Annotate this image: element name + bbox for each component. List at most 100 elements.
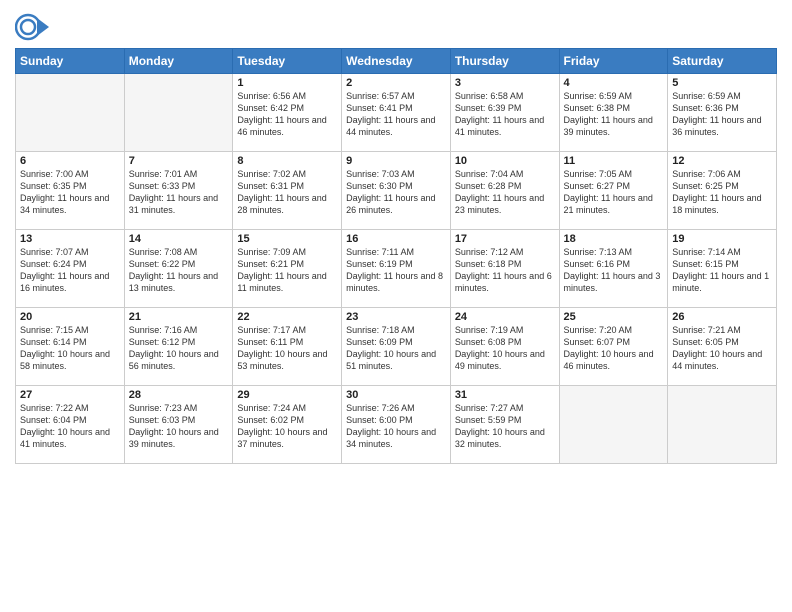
day-number: 1 bbox=[237, 77, 337, 89]
day-detail: Sunrise: 7:09 AMSunset: 6:21 PMDaylight:… bbox=[237, 246, 337, 295]
day-detail: Sunrise: 6:57 AMSunset: 6:41 PMDaylight:… bbox=[346, 90, 446, 139]
day-number: 10 bbox=[455, 155, 555, 167]
day-number: 9 bbox=[346, 155, 446, 167]
day-number: 13 bbox=[20, 233, 120, 245]
calendar-cell: 22Sunrise: 7:17 AMSunset: 6:11 PMDayligh… bbox=[233, 308, 342, 386]
day-number: 8 bbox=[237, 155, 337, 167]
calendar-cell bbox=[559, 386, 668, 464]
calendar-cell: 3Sunrise: 6:58 AMSunset: 6:39 PMDaylight… bbox=[450, 74, 559, 152]
day-number: 25 bbox=[564, 311, 664, 323]
day-header-sunday: Sunday bbox=[16, 49, 125, 74]
day-number: 14 bbox=[129, 233, 229, 245]
day-detail: Sunrise: 7:20 AMSunset: 6:07 PMDaylight:… bbox=[564, 324, 664, 373]
calendar-cell: 15Sunrise: 7:09 AMSunset: 6:21 PMDayligh… bbox=[233, 230, 342, 308]
day-number: 29 bbox=[237, 389, 337, 401]
calendar-cell: 7Sunrise: 7:01 AMSunset: 6:33 PMDaylight… bbox=[124, 152, 233, 230]
calendar-cell: 13Sunrise: 7:07 AMSunset: 6:24 PMDayligh… bbox=[16, 230, 125, 308]
week-row-4: 20Sunrise: 7:15 AMSunset: 6:14 PMDayligh… bbox=[16, 308, 777, 386]
day-header-thursday: Thursday bbox=[450, 49, 559, 74]
calendar-cell: 28Sunrise: 7:23 AMSunset: 6:03 PMDayligh… bbox=[124, 386, 233, 464]
day-header-friday: Friday bbox=[559, 49, 668, 74]
calendar-cell bbox=[668, 386, 777, 464]
day-number: 17 bbox=[455, 233, 555, 245]
calendar-cell: 17Sunrise: 7:12 AMSunset: 6:18 PMDayligh… bbox=[450, 230, 559, 308]
day-number: 12 bbox=[672, 155, 772, 167]
day-number: 30 bbox=[346, 389, 446, 401]
day-number: 23 bbox=[346, 311, 446, 323]
day-number: 22 bbox=[237, 311, 337, 323]
day-number: 2 bbox=[346, 77, 446, 89]
calendar-cell: 16Sunrise: 7:11 AMSunset: 6:19 PMDayligh… bbox=[342, 230, 451, 308]
day-detail: Sunrise: 7:19 AMSunset: 6:08 PMDaylight:… bbox=[455, 324, 555, 373]
calendar-cell: 27Sunrise: 7:22 AMSunset: 6:04 PMDayligh… bbox=[16, 386, 125, 464]
day-number: 4 bbox=[564, 77, 664, 89]
week-row-1: 1Sunrise: 6:56 AMSunset: 6:42 PMDaylight… bbox=[16, 74, 777, 152]
day-number: 27 bbox=[20, 389, 120, 401]
day-detail: Sunrise: 6:59 AMSunset: 6:38 PMDaylight:… bbox=[564, 90, 664, 139]
day-detail: Sunrise: 7:22 AMSunset: 6:04 PMDaylight:… bbox=[20, 402, 120, 451]
day-detail: Sunrise: 7:27 AMSunset: 5:59 PMDaylight:… bbox=[455, 402, 555, 451]
calendar-cell: 31Sunrise: 7:27 AMSunset: 5:59 PMDayligh… bbox=[450, 386, 559, 464]
calendar-cell: 21Sunrise: 7:16 AMSunset: 6:12 PMDayligh… bbox=[124, 308, 233, 386]
calendar-cell: 25Sunrise: 7:20 AMSunset: 6:07 PMDayligh… bbox=[559, 308, 668, 386]
day-detail: Sunrise: 7:13 AMSunset: 6:16 PMDaylight:… bbox=[564, 246, 664, 295]
day-detail: Sunrise: 7:08 AMSunset: 6:22 PMDaylight:… bbox=[129, 246, 229, 295]
calendar-cell: 10Sunrise: 7:04 AMSunset: 6:28 PMDayligh… bbox=[450, 152, 559, 230]
day-number: 15 bbox=[237, 233, 337, 245]
day-number: 24 bbox=[455, 311, 555, 323]
day-detail: Sunrise: 7:15 AMSunset: 6:14 PMDaylight:… bbox=[20, 324, 120, 373]
logo bbox=[15, 10, 53, 44]
day-detail: Sunrise: 7:26 AMSunset: 6:00 PMDaylight:… bbox=[346, 402, 446, 451]
day-number: 21 bbox=[129, 311, 229, 323]
logo-icon bbox=[15, 10, 49, 44]
day-number: 5 bbox=[672, 77, 772, 89]
day-number: 16 bbox=[346, 233, 446, 245]
day-number: 26 bbox=[672, 311, 772, 323]
day-header-saturday: Saturday bbox=[668, 49, 777, 74]
day-number: 11 bbox=[564, 155, 664, 167]
day-detail: Sunrise: 7:11 AMSunset: 6:19 PMDaylight:… bbox=[346, 246, 446, 295]
day-detail: Sunrise: 6:56 AMSunset: 6:42 PMDaylight:… bbox=[237, 90, 337, 139]
calendar-cell: 8Sunrise: 7:02 AMSunset: 6:31 PMDaylight… bbox=[233, 152, 342, 230]
calendar-cell: 2Sunrise: 6:57 AMSunset: 6:41 PMDaylight… bbox=[342, 74, 451, 152]
calendar-cell: 14Sunrise: 7:08 AMSunset: 6:22 PMDayligh… bbox=[124, 230, 233, 308]
calendar-cell: 24Sunrise: 7:19 AMSunset: 6:08 PMDayligh… bbox=[450, 308, 559, 386]
calendar-cell: 26Sunrise: 7:21 AMSunset: 6:05 PMDayligh… bbox=[668, 308, 777, 386]
calendar-cell: 9Sunrise: 7:03 AMSunset: 6:30 PMDaylight… bbox=[342, 152, 451, 230]
day-detail: Sunrise: 7:18 AMSunset: 6:09 PMDaylight:… bbox=[346, 324, 446, 373]
calendar-cell: 20Sunrise: 7:15 AMSunset: 6:14 PMDayligh… bbox=[16, 308, 125, 386]
day-detail: Sunrise: 7:05 AMSunset: 6:27 PMDaylight:… bbox=[564, 168, 664, 217]
calendar-cell: 29Sunrise: 7:24 AMSunset: 6:02 PMDayligh… bbox=[233, 386, 342, 464]
calendar-cell: 1Sunrise: 6:56 AMSunset: 6:42 PMDaylight… bbox=[233, 74, 342, 152]
day-detail: Sunrise: 7:07 AMSunset: 6:24 PMDaylight:… bbox=[20, 246, 120, 295]
day-detail: Sunrise: 7:04 AMSunset: 6:28 PMDaylight:… bbox=[455, 168, 555, 217]
page-container: SundayMondayTuesdayWednesdayThursdayFrid… bbox=[0, 0, 792, 469]
week-row-5: 27Sunrise: 7:22 AMSunset: 6:04 PMDayligh… bbox=[16, 386, 777, 464]
day-detail: Sunrise: 7:02 AMSunset: 6:31 PMDaylight:… bbox=[237, 168, 337, 217]
calendar-cell: 18Sunrise: 7:13 AMSunset: 6:16 PMDayligh… bbox=[559, 230, 668, 308]
day-detail: Sunrise: 7:12 AMSunset: 6:18 PMDaylight:… bbox=[455, 246, 555, 295]
day-number: 28 bbox=[129, 389, 229, 401]
day-header-wednesday: Wednesday bbox=[342, 49, 451, 74]
day-number: 20 bbox=[20, 311, 120, 323]
week-row-3: 13Sunrise: 7:07 AMSunset: 6:24 PMDayligh… bbox=[16, 230, 777, 308]
day-header-tuesday: Tuesday bbox=[233, 49, 342, 74]
calendar-cell: 4Sunrise: 6:59 AMSunset: 6:38 PMDaylight… bbox=[559, 74, 668, 152]
day-detail: Sunrise: 7:06 AMSunset: 6:25 PMDaylight:… bbox=[672, 168, 772, 217]
day-detail: Sunrise: 7:14 AMSunset: 6:15 PMDaylight:… bbox=[672, 246, 772, 295]
day-detail: Sunrise: 7:01 AMSunset: 6:33 PMDaylight:… bbox=[129, 168, 229, 217]
day-number: 6 bbox=[20, 155, 120, 167]
calendar-cell: 12Sunrise: 7:06 AMSunset: 6:25 PMDayligh… bbox=[668, 152, 777, 230]
calendar-header-row: SundayMondayTuesdayWednesdayThursdayFrid… bbox=[16, 49, 777, 74]
day-number: 19 bbox=[672, 233, 772, 245]
day-header-monday: Monday bbox=[124, 49, 233, 74]
calendar-cell: 19Sunrise: 7:14 AMSunset: 6:15 PMDayligh… bbox=[668, 230, 777, 308]
calendar-cell: 30Sunrise: 7:26 AMSunset: 6:00 PMDayligh… bbox=[342, 386, 451, 464]
day-detail: Sunrise: 6:58 AMSunset: 6:39 PMDaylight:… bbox=[455, 90, 555, 139]
calendar-table: SundayMondayTuesdayWednesdayThursdayFrid… bbox=[15, 48, 777, 464]
day-detail: Sunrise: 7:00 AMSunset: 6:35 PMDaylight:… bbox=[20, 168, 120, 217]
calendar-cell bbox=[124, 74, 233, 152]
calendar-cell bbox=[16, 74, 125, 152]
day-detail: Sunrise: 6:59 AMSunset: 6:36 PMDaylight:… bbox=[672, 90, 772, 139]
day-detail: Sunrise: 7:24 AMSunset: 6:02 PMDaylight:… bbox=[237, 402, 337, 451]
